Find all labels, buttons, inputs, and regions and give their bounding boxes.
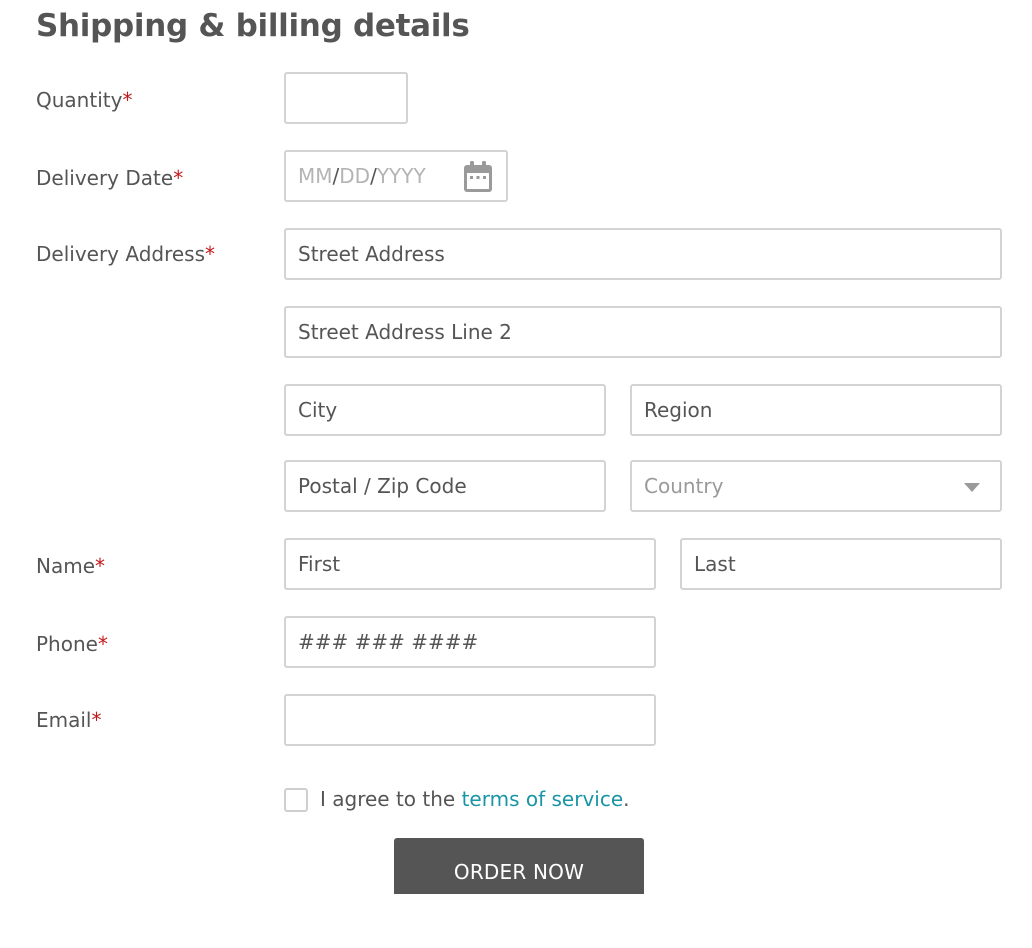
required-mark: * [91,708,102,732]
required-mark: * [205,242,216,266]
phone-placeholder: ### ### #### [298,630,479,654]
phone-label: Phone* [36,631,108,657]
street-address-line2-input[interactable]: Street Address Line 2 [284,306,1002,358]
city-placeholder: City [298,398,338,422]
required-mark: * [95,554,106,578]
country-placeholder: Country [644,474,724,498]
date-month-placeholder: MM [298,164,333,188]
first-name-placeholder: First [298,552,341,576]
terms-prefix: I agree to the [320,787,462,811]
postal-code-input[interactable]: Postal / Zip Code [284,460,606,512]
street-address-placeholder: Street Address [298,242,445,266]
chevron-down-icon [964,483,980,492]
postal-code-placeholder: Postal / Zip Code [298,474,467,498]
delivery-address-label-text: Delivery Address [36,242,206,266]
terms-suffix: . [623,787,630,811]
phone-input[interactable]: ### ### #### [284,616,656,668]
city-input[interactable]: City [284,384,606,436]
delivery-address-label: Delivery Address* [36,241,215,267]
street-address-line2-placeholder: Street Address Line 2 [298,320,512,344]
country-select[interactable]: Country [630,460,1002,512]
region-placeholder: Region [644,398,713,422]
first-name-input[interactable]: First [284,538,656,590]
date-day-placeholder: DD [339,164,371,188]
page-title: Shipping & billing details [36,8,470,44]
street-address-input[interactable]: Street Address [284,228,1002,280]
terms-checkbox[interactable] [284,788,308,812]
delivery-date-label: Delivery Date* [36,165,183,191]
delivery-date-label-text: Delivery Date [36,166,174,190]
email-label: Email* [36,707,102,733]
date-year-placeholder: YYYY [376,164,426,188]
calendar-icon[interactable] [462,160,494,194]
required-mark: * [122,88,133,112]
required-mark: * [97,632,108,656]
email-label-text: Email [36,708,92,732]
order-now-button[interactable]: ORDER NOW [394,838,644,894]
last-name-input[interactable]: Last [680,538,1002,590]
date-separator: / [370,164,377,188]
quantity-label-text: Quantity [36,88,123,112]
region-input[interactable]: Region [630,384,1002,436]
quantity-label: Quantity* [36,87,132,113]
required-mark: * [173,166,184,190]
terms-agreement: I agree to the terms of service. [320,785,630,813]
name-label: Name* [36,553,105,579]
name-label-text: Name [36,554,96,578]
quantity-input[interactable] [284,72,408,124]
phone-label-text: Phone [36,632,98,656]
email-input[interactable] [284,694,656,746]
last-name-placeholder: Last [694,552,736,576]
delivery-date-input[interactable]: MM/DD/YYYY [284,150,508,202]
terms-of-service-link[interactable]: terms of service [462,787,624,811]
